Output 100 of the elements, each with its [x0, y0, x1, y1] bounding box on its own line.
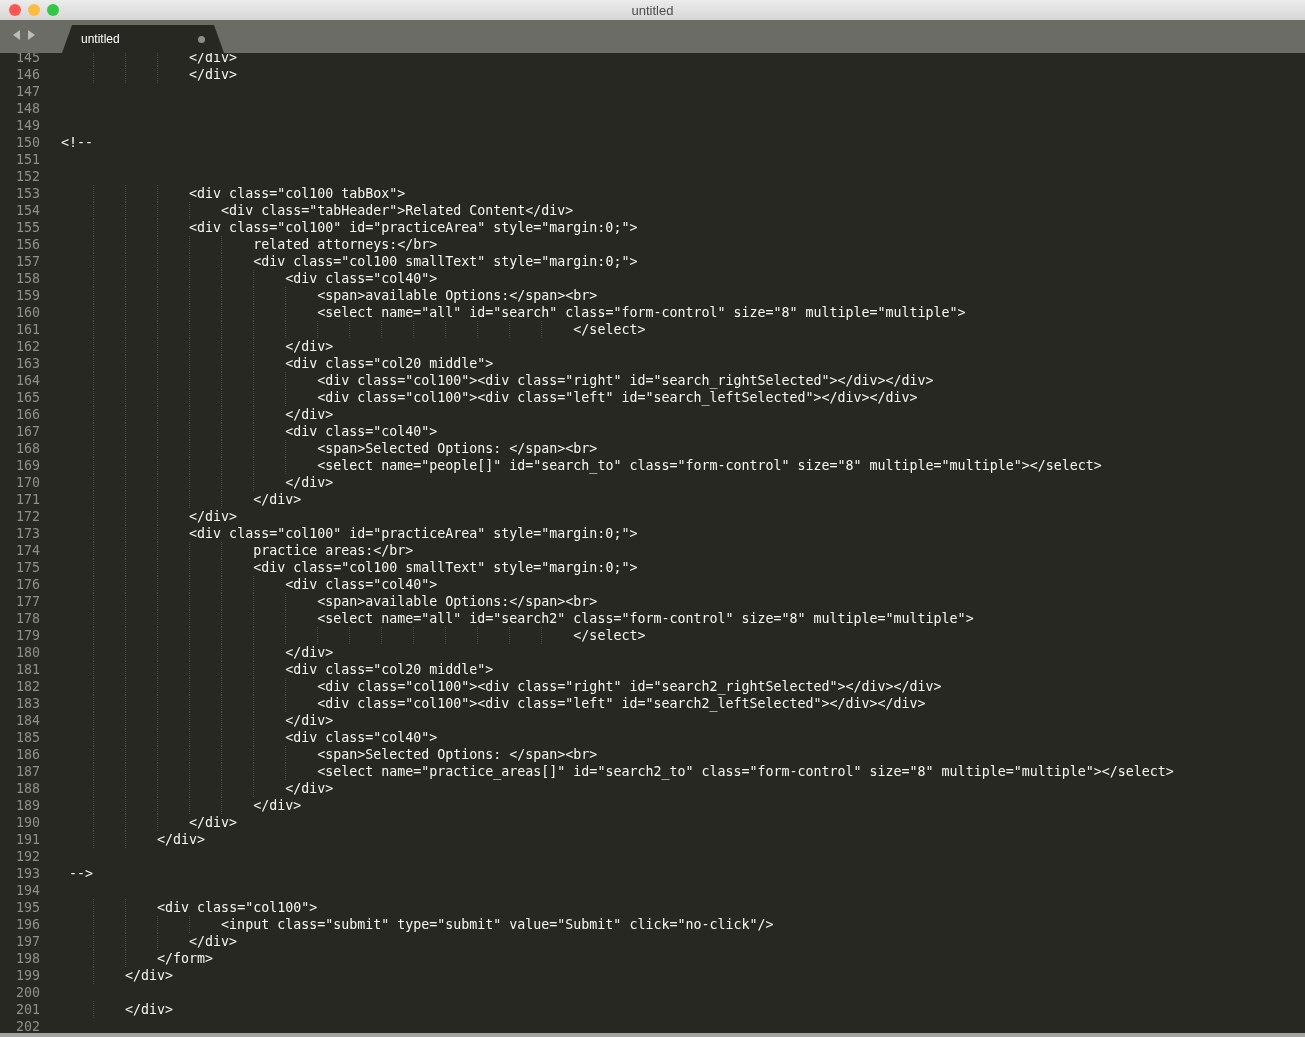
- line-number: 197: [14, 933, 40, 950]
- code-line: <!--: [61, 135, 94, 150]
- line-number: 170: [14, 474, 40, 491]
- code-line: <div class="col100 smallText" style="margin:0;">: [253, 254, 638, 269]
- code-line: </div>: [285, 781, 334, 796]
- code-line: <div class="col100 tabBox">: [189, 186, 406, 201]
- code-line: -->: [69, 866, 94, 881]
- code-line: </div>: [125, 1002, 174, 1017]
- code-line: <div class="col100">: [157, 900, 318, 915]
- line-number: 175: [14, 559, 40, 576]
- window-title: untitled: [631, 2, 674, 18]
- right-arrow-icon[interactable]: [27, 30, 35, 40]
- code-line: <select name="all" id="search" class="form-control" size="8" multiple="multiple">: [317, 305, 966, 320]
- line-number: 189: [14, 797, 40, 814]
- line-number: 152: [14, 168, 40, 185]
- line-number: 161: [14, 321, 40, 338]
- line-number: 202: [14, 1018, 40, 1033]
- code-line: <div class="col100"><div class="right" id="search_rightSelected"></div></div>: [317, 373, 934, 388]
- code-line: <div class="col100"><div class="left" id="search_leftSelected"></div></div>: [317, 390, 918, 405]
- code-line: <div class="col100" id="practiceArea" style="margin:0;">: [189, 526, 638, 541]
- code-line: <input class="submit" type="submit" value="Submit" click="no-click"/>: [221, 917, 774, 932]
- code-line: <span>Selected Options: </span><br>: [317, 441, 598, 456]
- line-number: 172: [14, 508, 40, 525]
- line-number: 147: [14, 83, 40, 100]
- line-number: 178: [14, 610, 40, 627]
- line-number: 195: [14, 899, 40, 916]
- code-line: <div class="col40">: [285, 424, 438, 439]
- code-line: </select>: [573, 322, 646, 337]
- line-number: 200: [14, 984, 40, 1001]
- line-number: 166: [14, 406, 40, 423]
- line-number: 171: [14, 491, 40, 508]
- code-line: practice areas:</br>: [253, 543, 414, 558]
- code-line: <div class="col20 middle">: [285, 662, 494, 677]
- code-line: </div>: [189, 815, 238, 830]
- file-tab[interactable]: untitled: [62, 25, 224, 53]
- line-number: 198: [14, 950, 40, 967]
- line-number: 182: [14, 678, 40, 695]
- code-line: </div>: [157, 832, 206, 847]
- line-number: 163: [14, 355, 40, 372]
- line-number: 184: [14, 712, 40, 729]
- code-line: <div class="col40">: [285, 730, 438, 745]
- code-line: </div>: [285, 475, 334, 490]
- code-line: <span>available Options:</span><br>: [317, 288, 598, 303]
- code-line: </div>: [125, 968, 174, 983]
- line-number: 159: [14, 287, 40, 304]
- line-number: 186: [14, 746, 40, 763]
- line-number: 154: [14, 202, 40, 219]
- line-number: 169: [14, 457, 40, 474]
- minimize-button[interactable]: [28, 4, 40, 16]
- code-line: <div class="tabHeader">Related Content</div>: [221, 203, 574, 218]
- line-number: 168: [14, 440, 40, 457]
- code-line: <div class="col40">: [285, 271, 438, 286]
- line-number: 156: [14, 236, 40, 253]
- line-number: 176: [14, 576, 40, 593]
- line-number: 153: [14, 185, 40, 202]
- code-line: <span>Selected Options: </span><br>: [317, 747, 598, 762]
- close-button[interactable]: [9, 4, 21, 16]
- code-line: <div class="col100"><div class="right" id="search2_rightSelected"></div></div>: [317, 679, 942, 694]
- line-number: 188: [14, 780, 40, 797]
- code-line: </div>: [285, 645, 334, 660]
- line-number: 192: [14, 848, 40, 865]
- code-line: </select>: [573, 628, 646, 643]
- line-number: 167: [14, 423, 40, 440]
- line-number: 187: [14, 763, 40, 780]
- left-arrow-icon[interactable]: [13, 30, 21, 40]
- line-number: 150: [14, 134, 40, 151]
- code-line: <span>available Options:</span><br>: [317, 594, 598, 609]
- code-line: </div>: [253, 798, 302, 813]
- line-number: 164: [14, 372, 40, 389]
- line-number: 151: [14, 151, 40, 168]
- zoom-button[interactable]: [47, 4, 59, 16]
- line-number: 145: [14, 53, 40, 66]
- line-number: 165: [14, 389, 40, 406]
- line-number: 185: [14, 729, 40, 746]
- line-number: 199: [14, 967, 40, 984]
- code-line: </div>: [285, 713, 334, 728]
- code-line: related attorneys:</br>: [253, 237, 438, 252]
- code-line: <div class="col100" id="practiceArea" style="margin:0;">: [189, 220, 638, 235]
- line-number: 155: [14, 219, 40, 236]
- code-line: <select name="all" id="search2" class="form-control" size="8" multiple="multiple">: [317, 611, 974, 626]
- line-number: 194: [14, 882, 40, 899]
- line-number: 174: [14, 542, 40, 559]
- line-number: 158: [14, 270, 40, 287]
- line-number: 146: [14, 66, 40, 83]
- line-number: 190: [14, 814, 40, 831]
- code-line: </form>: [157, 951, 214, 966]
- code-line: <div class="col20 middle">: [285, 356, 494, 371]
- line-number: 183: [14, 695, 40, 712]
- code-line: </div>: [285, 339, 334, 354]
- code-line: </div>: [189, 509, 238, 524]
- line-number: 173: [14, 525, 40, 542]
- line-number: 201: [14, 1001, 40, 1018]
- line-number: 191: [14, 831, 40, 848]
- line-number: 149: [14, 117, 40, 134]
- line-number: 196: [14, 916, 40, 933]
- code-line: <div class="col100 smallText" style="margin:0;">: [253, 560, 638, 575]
- code-line: <select name="people[]" id="search_to" class="form-control" size="8" multiple="multiple"></select>: [317, 458, 1102, 473]
- line-number: 179: [14, 627, 40, 644]
- line-number: 160: [14, 304, 40, 321]
- code-line: </div>: [253, 492, 302, 507]
